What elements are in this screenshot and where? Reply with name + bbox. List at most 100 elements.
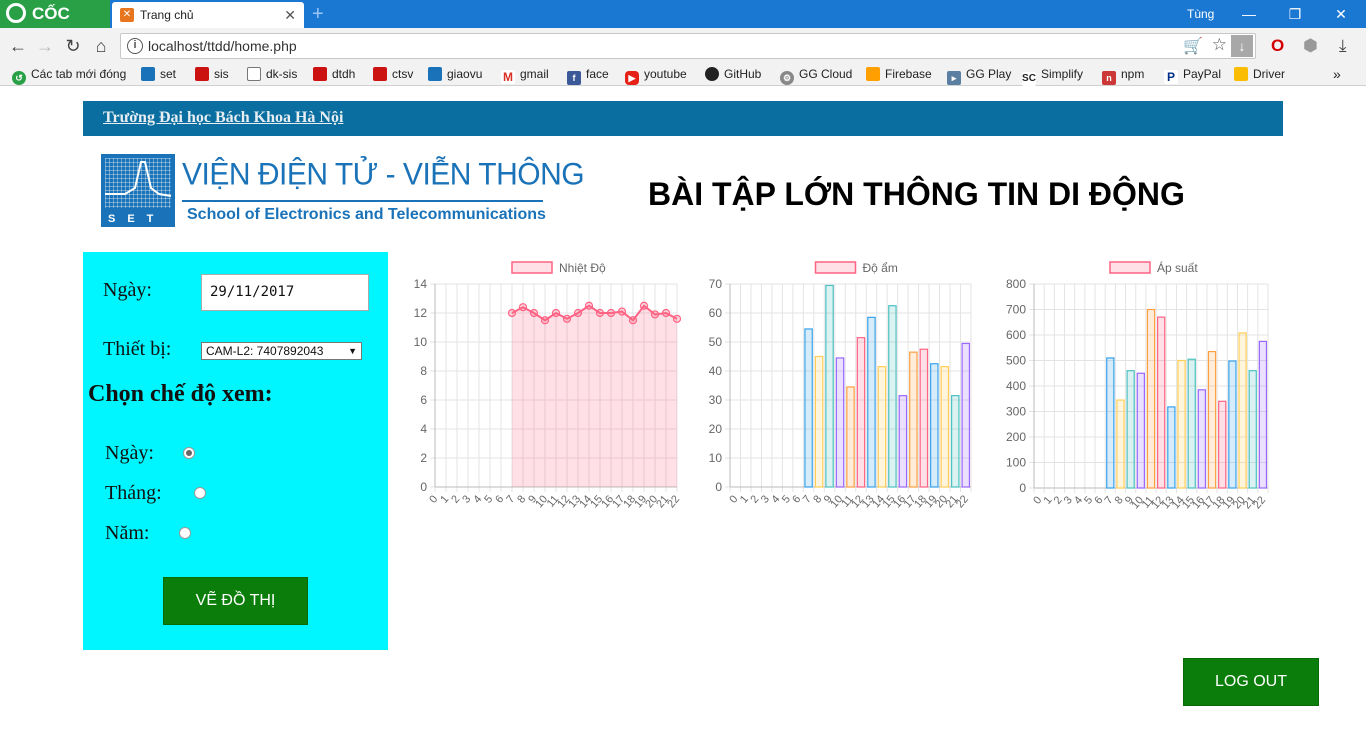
legend-label: Áp suất <box>1157 260 1198 275</box>
browser-title-bar: CỐC CỐC ✕ Trang chủ ✕ + Tùng — ❐ ✕ <box>0 0 1366 51</box>
bar <box>909 351 918 488</box>
bar <box>856 337 866 488</box>
bookmark-set[interactable]: set <box>141 64 176 84</box>
address-url[interactable]: localhost/ttdd/home.php <box>148 34 297 58</box>
browser-brand[interactable]: CỐC CỐC <box>0 0 110 51</box>
home-icon[interactable]: ⌂ <box>89 34 113 58</box>
downloads-icon[interactable]: ⤓ <box>1339 36 1347 56</box>
site-info-icon[interactable]: i <box>127 38 143 54</box>
mode-month-label: Tháng: <box>105 482 162 504</box>
more-bookmarks-icon[interactable]: » <box>1333 64 1341 84</box>
forward-icon[interactable]: → <box>33 34 57 58</box>
bookmark-recent-tabs[interactable]: ↺ Các tab mới đóng <box>12 64 126 85</box>
y-tick-label: 700 <box>1006 303 1026 317</box>
page-favicon-icon: ✕ <box>120 8 134 22</box>
bookmarks-bar: ↺ Các tab mới đóng set sis dk-sis dtdh ct… <box>0 64 1366 86</box>
hust-icon <box>313 67 327 81</box>
university-link[interactable]: Trường Đại học Bách Khoa Hà Nội <box>103 101 343 135</box>
institute-divider <box>182 200 543 202</box>
bookmark-sis[interactable]: sis <box>195 64 229 84</box>
temperature-point <box>540 316 550 325</box>
humidity-chart: Độ ẩm01020304050607001234567891011121314… <box>709 261 972 510</box>
shield-extension-icon[interactable]: ⬢ <box>1303 36 1318 56</box>
bar <box>1146 308 1156 489</box>
facebook-icon: f <box>567 71 581 85</box>
bar <box>1106 357 1115 489</box>
bar <box>1238 332 1247 489</box>
window-close-icon[interactable]: ✕ <box>1318 0 1364 28</box>
bookmark-firebase[interactable]: Firebase <box>866 64 932 84</box>
maximize-icon[interactable]: ❐ <box>1272 0 1318 28</box>
x-tick-label: 5 <box>482 493 495 505</box>
x-tick-label: 22 <box>954 493 971 510</box>
temperature-point <box>672 314 682 323</box>
bookmark-label: GG Play <box>966 67 1012 81</box>
date-label: Ngày: <box>103 279 152 301</box>
minimize-icon[interactable]: — <box>1226 0 1272 28</box>
bookmark-star-icon[interactable]: ☆ <box>1212 35 1227 55</box>
new-tab-button[interactable]: + <box>312 3 324 25</box>
date-input[interactable]: 29/11/2017 <box>201 274 369 311</box>
bookmark-paypal[interactable]: P PayPal <box>1164 64 1221 84</box>
bookmark-npm[interactable]: n npm <box>1102 64 1144 85</box>
temperature-point <box>661 308 671 318</box>
temperature-point <box>551 308 561 318</box>
savior-download-icon[interactable]: ↓ <box>1231 35 1253 57</box>
y-tick-label: 30 <box>709 393 723 407</box>
bookmark-gg-play[interactable]: ▸ GG Play <box>947 64 1011 85</box>
bar <box>940 366 950 488</box>
logout-button[interactable]: LOG OUT <box>1183 658 1319 706</box>
reload-icon[interactable]: ↻ <box>61 34 85 58</box>
y-tick-label: 4 <box>420 422 427 436</box>
shopping-cart-icon[interactable]: 🛒 <box>1183 36 1203 56</box>
bookmark-gg-cloud[interactable]: ⚙ GG Cloud <box>780 64 852 85</box>
bookmark-face[interactable]: f face <box>567 64 609 85</box>
bar <box>1177 359 1186 489</box>
y-tick-label: 6 <box>420 393 427 407</box>
paypal-icon: P <box>1164 70 1178 84</box>
bookmark-gmail[interactable]: Mgmail <box>501 64 549 84</box>
bookmark-dtdh[interactable]: dtdh <box>313 64 355 84</box>
bookmark-label: dtdh <box>332 67 356 81</box>
bookmark-simplify[interactable]: SC Simplify <box>1022 64 1083 86</box>
mode-year-radio[interactable] <box>179 527 191 539</box>
browser-user-name[interactable]: Tùng <box>1187 0 1214 28</box>
coccoc-logo-icon <box>6 3 26 23</box>
x-tick-label: 3 <box>460 493 473 505</box>
bookmark-label: sis <box>214 67 229 81</box>
temperature-point <box>650 310 660 319</box>
y-tick-label: 12 <box>414 306 428 320</box>
legend-swatch <box>814 261 857 274</box>
x-tick-label: 2 <box>449 493 462 505</box>
bar <box>1258 340 1268 489</box>
x-tick-label: 8 <box>515 493 528 505</box>
page-icon <box>247 67 261 81</box>
view-mode-title: Chọn chế độ xem: <box>88 381 273 407</box>
dropdown-arrow-icon: ▼ <box>348 346 357 356</box>
opera-extension-icon[interactable]: O <box>1271 36 1284 56</box>
browser-tab[interactable]: ✕ Trang chủ ✕ <box>112 2 304 28</box>
tab-close-icon[interactable]: ✕ <box>284 2 296 28</box>
device-select[interactable]: CAM-L2: 7407892043 ▼ <box>201 342 362 360</box>
y-tick-label: 2 <box>420 451 427 465</box>
bookmark-giaovu[interactable]: giaovu <box>428 64 482 84</box>
y-tick-label: 10 <box>709 451 723 465</box>
bookmark-label: Firebase <box>885 67 932 81</box>
bookmark-dk-sis[interactable]: dk-sis <box>247 64 297 84</box>
x-tick-label: 22 <box>1251 494 1268 511</box>
bookmark-driver[interactable]: Driver <box>1234 64 1285 84</box>
address-bar[interactable]: i localhost/ttdd/home.php 🛒 ☆ ↓ <box>120 33 1256 59</box>
mode-month-radio[interactable] <box>194 487 206 499</box>
mode-day-radio[interactable] <box>183 447 195 459</box>
bookmark-github[interactable]: GitHub <box>705 64 761 84</box>
bookmark-youtube[interactable]: ▶ youtube <box>625 64 687 85</box>
draw-chart-button[interactable]: VẼ ĐỒ THỊ <box>163 577 308 625</box>
y-tick-label: 14 <box>414 277 428 291</box>
back-icon[interactable]: ← <box>6 34 30 58</box>
github-icon <box>705 67 719 81</box>
bookmark-ctsv[interactable]: ctsv <box>373 64 413 84</box>
bar <box>1228 360 1237 489</box>
temperature-point <box>584 301 594 310</box>
bar <box>1136 372 1145 489</box>
temperature-point <box>617 307 627 316</box>
